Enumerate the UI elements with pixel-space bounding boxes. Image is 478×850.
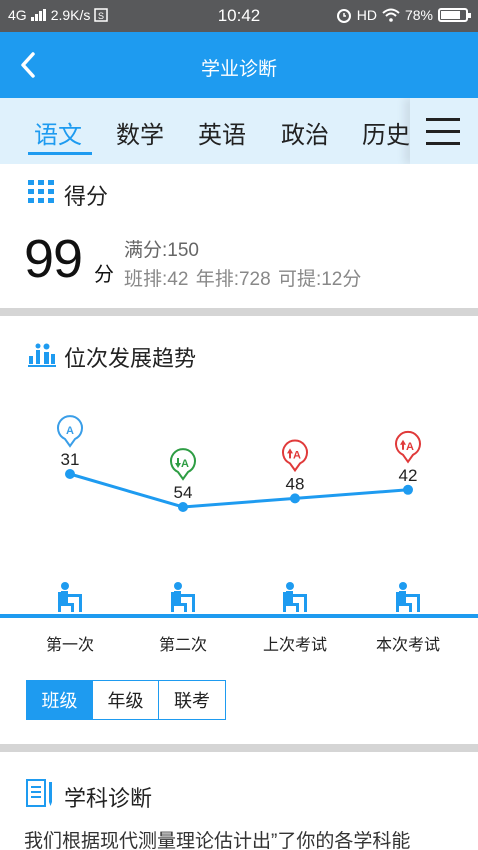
tab-math[interactable]: 数学 (116, 115, 164, 150)
score-section-title: 得分 (64, 184, 109, 209)
data-label: 42 (399, 466, 418, 485)
section-divider (0, 308, 478, 316)
battery-icon (438, 8, 471, 22)
filter-grade-button[interactable]: 年级 (93, 681, 159, 719)
data-point (65, 469, 75, 479)
rank-trend-chart: 31 A 第一次 54 A 第二次 48 A 上次考试 42 A 本次考试 (0, 415, 478, 654)
trend-line (69, 472, 409, 509)
rank-marker-icon: A (395, 430, 421, 464)
alarm-icon (336, 9, 351, 23)
data-point (178, 502, 188, 512)
battery-percent: 78% (404, 7, 433, 23)
subject-menu-button[interactable] (410, 98, 478, 164)
menu-icon (426, 118, 460, 121)
category-label: 上次考试 (263, 635, 327, 654)
trend-section-title: 位次发展趋势 (64, 346, 197, 371)
category-label: 第一次 (46, 635, 94, 654)
rank-scope-filter: 班级 年级 联考 (26, 680, 226, 720)
data-label: 54 (174, 483, 193, 502)
bar-chart-people-icon (28, 343, 56, 367)
category-label: 第二次 (159, 635, 207, 654)
student-desk-icon (58, 582, 82, 612)
svg-text:A: A (181, 458, 189, 470)
filter-class-button[interactable]: 班级 (27, 681, 93, 719)
full-score: 满分:150 (124, 240, 199, 261)
filter-joint-exam-button[interactable]: 联考 (159, 681, 225, 719)
active-tab-indicator (28, 152, 92, 155)
tab-politics[interactable]: 政治 (281, 115, 329, 150)
tab-english[interactable]: 英语 (198, 115, 246, 150)
diagnosis-text: 我们根据现代测量理论估计出”了你的各学科能 (24, 831, 411, 850)
svg-text:A: A (66, 425, 74, 437)
document-icon (26, 779, 52, 807)
data-point (290, 493, 300, 504)
score-unit: 分 (94, 264, 114, 286)
data-point (403, 484, 413, 495)
data-label: 31 (61, 450, 80, 469)
svg-text:A: A (406, 441, 414, 453)
chart-baseline (0, 614, 478, 618)
tab-chinese[interactable]: 语文 (34, 115, 82, 150)
page-title: 学业诊断 (200, 59, 277, 80)
wifi-icon (382, 8, 400, 22)
student-desk-icon (171, 582, 195, 612)
rank-marker-icon: A (57, 415, 83, 448)
score-value: 99 (24, 229, 83, 289)
category-label: 本次考试 (376, 635, 440, 654)
status-bar: 4G 2.9K/s S 10:42 HD 78% (0, 0, 478, 32)
tab-history[interactable]: 历史 (362, 115, 410, 150)
section-divider (0, 744, 478, 752)
status-right: HD 78% (336, 7, 471, 23)
student-desk-icon (396, 582, 420, 612)
app-bar: 学业诊断 (0, 32, 478, 98)
diagnosis-section-title: 学科诊断 (64, 786, 153, 811)
rank-marker-icon: A (282, 439, 308, 473)
student-desk-icon (283, 582, 307, 612)
hd-label: HD (356, 7, 377, 23)
svg-text:A: A (293, 449, 301, 461)
data-label: 48 (286, 474, 305, 493)
rank-info: 班排:42 年排:728 可提:12分 (124, 269, 362, 290)
rank-marker-icon: A (170, 448, 196, 481)
grid-icon (28, 180, 54, 203)
